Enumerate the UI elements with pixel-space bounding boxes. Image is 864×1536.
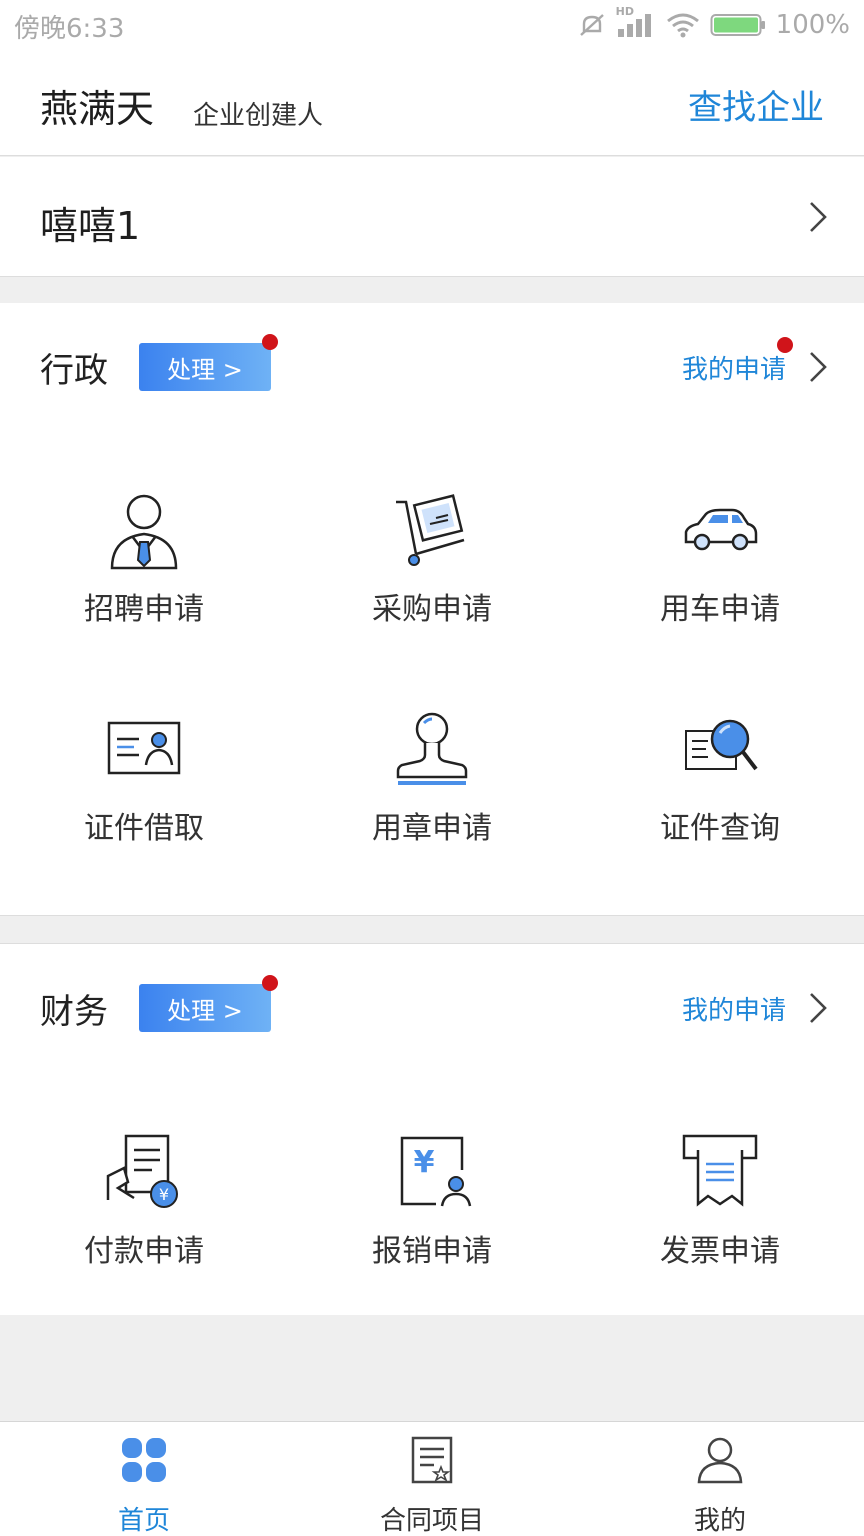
invoice-printer-icon <box>682 1134 758 1207</box>
section-finance: 财务 处理 > 我的申请 ¥ 付款申请 ¥ 报销申请 发票申请 <box>0 943 864 1315</box>
grid-item-label: 报销申请 <box>372 1234 492 1269</box>
tab-label: 首页 <box>117 1506 170 1536</box>
grid-item-label: 用章申请 <box>372 811 492 846</box>
grid-item-recruit[interactable]: 招聘申请 <box>0 490 288 690</box>
chevron-right-icon[interactable] <box>806 990 830 1026</box>
process-button[interactable]: 处理 > <box>139 343 271 391</box>
wifi-icon <box>666 13 699 38</box>
purchase-cart-icon <box>396 494 465 566</box>
grid-item-label: 证件查询 <box>660 811 780 846</box>
process-button[interactable]: 处理 > <box>139 984 271 1032</box>
recruit-person-icon <box>110 494 178 570</box>
status-bar: 傍晚6:33 HD 100% <box>0 0 864 52</box>
svg-text:¥: ¥ <box>159 1185 169 1204</box>
battery-percent: 100% <box>775 10 850 40</box>
chevron-right-icon[interactable] <box>806 349 830 385</box>
grid-item-payment[interactable]: ¥ 付款申请 <box>0 1132 288 1332</box>
section-title: 行政 <box>40 351 108 391</box>
stamp-icon <box>396 712 468 785</box>
hd-badge: HD <box>616 5 656 39</box>
tab-label: 我的 <box>693 1506 746 1536</box>
grid-item-invoice[interactable]: 发票申请 <box>576 1132 864 1332</box>
tab-mine[interactable]: 我的 <box>576 1422 864 1536</box>
grid-item-label: 发票申请 <box>660 1234 780 1269</box>
grid-item-label: 用车申请 <box>660 592 780 627</box>
payment-doc-icon: ¥ <box>106 1134 178 1208</box>
reimburse-icon: ¥ <box>400 1136 472 1207</box>
company-selector[interactable]: 嘻嘻1 <box>0 157 864 277</box>
signal-icon <box>617 14 651 37</box>
status-time: 傍晚6:33 <box>14 14 125 44</box>
tab-home[interactable]: 首页 <box>0 1422 288 1536</box>
grid-item-car[interactable]: 用车申请 <box>576 490 864 690</box>
my-applications-link[interactable]: 我的申请 <box>682 990 786 1027</box>
tab-label: 合同项目 <box>379 1506 484 1536</box>
grid-item-id-borrow[interactable]: 证件借取 <box>0 709 288 909</box>
document-search-icon <box>685 719 758 771</box>
grid-item-reimburse[interactable]: ¥ 报销申请 <box>288 1132 576 1332</box>
notification-dot <box>777 337 793 353</box>
grid-item-id-query[interactable]: 证件查询 <box>576 709 864 909</box>
user-role: 企业创建人 <box>193 101 324 131</box>
notification-dot <box>262 975 278 991</box>
bottom-tab-bar: 首页 合同项目 我的 <box>0 1421 864 1536</box>
grid-item-label: 采购申请 <box>372 592 492 627</box>
section-admin: 行政 处理 > 我的申请 招聘申请 采购申请 用车申请 证件借取 用章申请 证件… <box>0 303 864 916</box>
chevron-right-icon <box>810 202 827 232</box>
svg-text:¥: ¥ <box>414 1145 435 1180</box>
find-company-link[interactable]: 查找企业 <box>688 80 824 129</box>
battery-icon <box>710 14 765 36</box>
car-icon <box>684 508 758 551</box>
grid-item-label: 招聘申请 <box>84 592 204 627</box>
grid-item-label: 付款申请 <box>84 1234 204 1269</box>
profile-person-icon <box>697 1437 743 1484</box>
id-card-icon <box>107 721 181 775</box>
mute-icon <box>579 14 604 36</box>
notification-dot <box>262 334 278 350</box>
status-icons: HD 100% <box>578 5 850 42</box>
company-name: 嘻嘻1 <box>40 204 141 248</box>
user-name: 燕满天 <box>40 87 155 131</box>
section-title: 财务 <box>40 992 108 1032</box>
home-grid-icon <box>122 1438 166 1482</box>
my-applications-link[interactable]: 我的申请 <box>682 349 786 386</box>
grid-item-seal[interactable]: 用章申请 <box>288 709 576 909</box>
tab-contracts[interactable]: 合同项目 <box>288 1422 576 1536</box>
contract-doc-icon <box>411 1436 453 1484</box>
header: 燕满天 企业创建人 查找企业 <box>0 52 864 156</box>
grid-item-purchase[interactable]: 采购申请 <box>288 490 576 690</box>
grid-item-label: 证件借取 <box>84 811 204 846</box>
